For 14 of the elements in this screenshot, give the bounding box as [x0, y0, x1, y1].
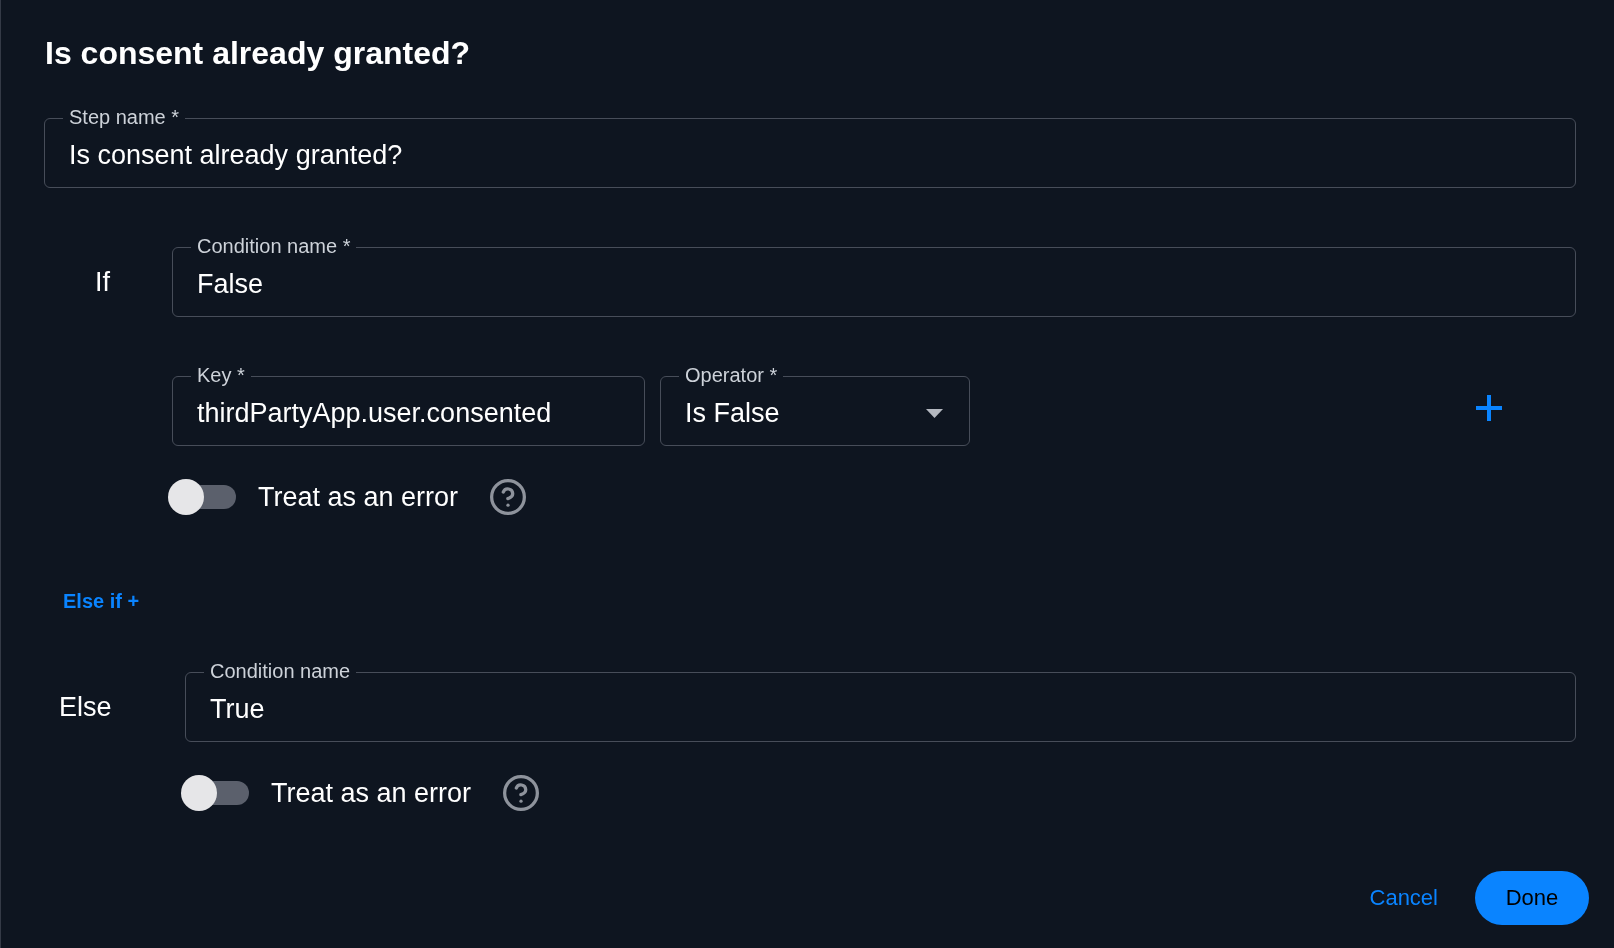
branch-label: Else — [59, 691, 112, 724]
toggle-label: Treat as an error — [271, 777, 472, 810]
cancel-button[interactable]: Cancel — [1357, 877, 1450, 919]
dialog-title: Is consent already granted? — [44, 34, 470, 72]
branch-label: If — [95, 266, 110, 299]
plus-icon — [1476, 395, 1502, 421]
done-button[interactable]: Done — [1475, 871, 1589, 925]
toggle-switch[interactable] — [168, 479, 236, 515]
help-icon[interactable] — [490, 479, 527, 515]
toggle-switch[interactable] — [181, 775, 249, 811]
else-if-link[interactable]: Else if + — [63, 589, 140, 613]
caret-icon — [926, 408, 943, 418]
help-icon[interactable] — [503, 775, 540, 811]
toggle-label: Treat as an error — [258, 481, 459, 514]
